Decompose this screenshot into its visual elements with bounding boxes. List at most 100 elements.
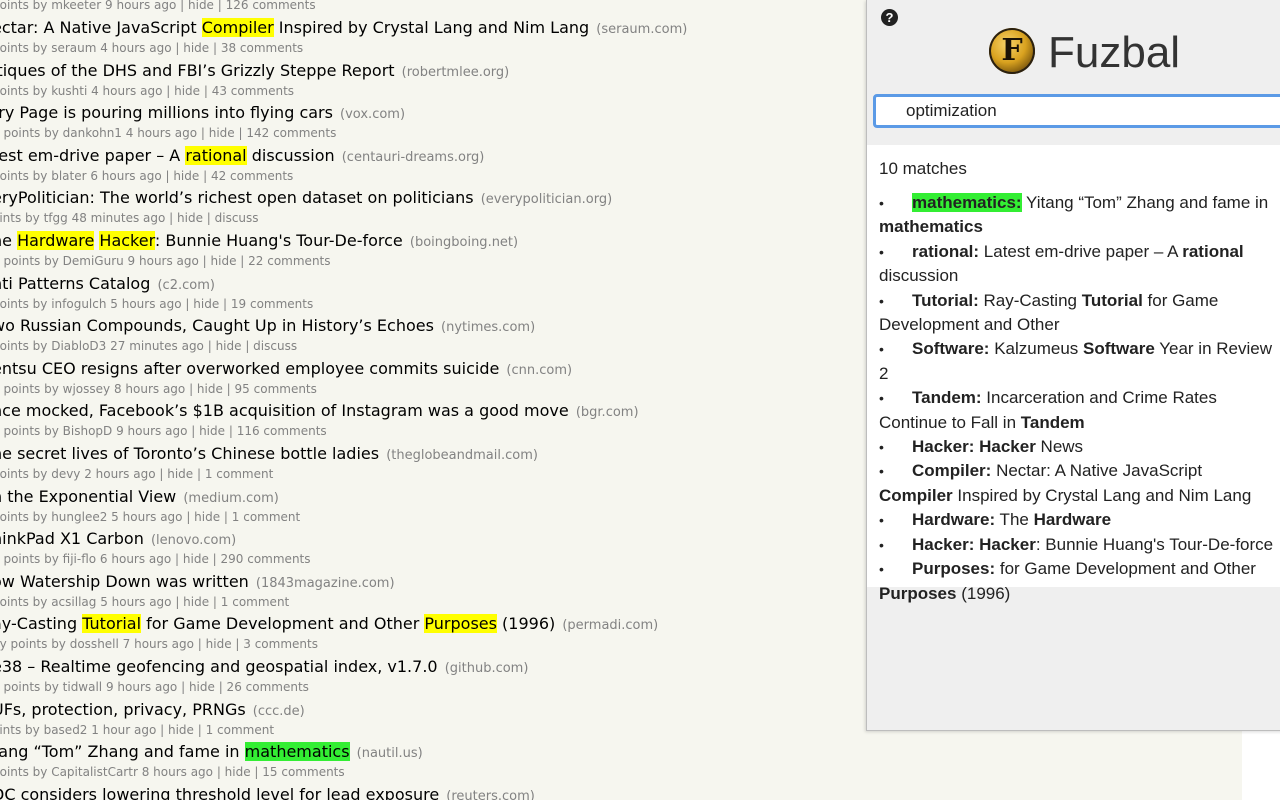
match-item[interactable]: • Tutorial: Ray-Casting Tutorial for Game… xyxy=(879,289,1279,338)
title-text: test em-drive paper – A xyxy=(0,145,186,165)
match-term: Compiler xyxy=(879,485,953,505)
story-site[interactable]: (boingboing.net) xyxy=(410,235,518,250)
match-item[interactable]: • Compiler: Nectar: A Native JavaScript C… xyxy=(879,459,1279,508)
help-icon[interactable]: ? xyxy=(881,9,898,26)
story-row: itiques of the DHS and FBI’s Grizzly Ste… xyxy=(0,61,509,98)
story-subtext: oints by based2 1 hour ago | hide | 1 co… xyxy=(0,722,275,737)
match-term: Purposes xyxy=(879,583,957,603)
title-text: ectar: A Native JavaScript xyxy=(0,18,202,37)
story-title-link[interactable]: test em-drive paper – A rational discuss… xyxy=(0,145,335,165)
story-row: ne secret lives of Toronto’s Chinese bot… xyxy=(0,444,538,481)
story-row: eryPolitician: The world’s richest open … xyxy=(0,188,612,225)
story-subtext: 7 points by dankohn1 4 hours ago | hide … xyxy=(0,126,337,141)
story-title-link[interactable]: UFs, protection, privacy, PRNGs xyxy=(0,700,246,719)
story-site[interactable]: (lenovo.com) xyxy=(151,533,236,548)
story-site[interactable]: (nytimes.com) xyxy=(441,320,535,335)
story-site[interactable]: (1843magazine.com) xyxy=(256,576,395,591)
title-text: wo Russian Compounds, Caught Up in Histo… xyxy=(0,316,434,336)
story-subtext: points by mkeeter 9 hours ago | hide | 1… xyxy=(0,0,316,12)
title-text: Inspired by Crystal Lang and Nim Lang xyxy=(273,18,590,37)
match-term: Hacker xyxy=(979,534,1036,554)
match-item[interactable]: • Hardware: The Hardware xyxy=(879,508,1279,532)
story-title-link[interactable]: n the Exponential View xyxy=(0,487,176,506)
bullet-icon: • xyxy=(879,292,884,309)
story-title-link[interactable]: rry Page is pouring millions into flying… xyxy=(0,103,333,122)
title-text: nti Patterns Catalog xyxy=(0,273,151,293)
story-subtext: oints by tfgg 48 minutes ago | hide | di… xyxy=(0,211,259,226)
story-site[interactable]: (everypolitician.org) xyxy=(481,192,612,207)
match-item[interactable]: • Software: Kalzumeus Software Year in Re… xyxy=(879,337,1279,386)
bullet-icon: • xyxy=(879,463,884,480)
story-title-link[interactable]: ectar: A Native JavaScript Compiler Insp… xyxy=(0,18,589,37)
title-text: itiques of the DHS and FBI’s Grizzly Ste… xyxy=(0,60,395,80)
story-row: n the Exponential View (medium.com) point… xyxy=(0,487,300,524)
story-row: e38 – Realtime geofencing and geospatial… xyxy=(0,657,528,694)
story-title-link[interactable]: ne Hardware Hacker: Bunnie Huang's Tour-… xyxy=(0,231,403,250)
title-text: DC considers lowering threshold level fo… xyxy=(0,784,440,800)
keyword-highlight: Tutorial xyxy=(82,614,142,634)
match-term: Tutorial xyxy=(1081,290,1143,310)
match-item[interactable]: • Purposes: for Game Development and Othe… xyxy=(879,557,1279,606)
title-text: nce mocked, Facebook’s $1B acquisition o… xyxy=(0,401,569,421)
story-site[interactable]: (robertmlee.org) xyxy=(402,65,510,80)
match-item[interactable]: • rational: Latest em-drive paper – A rat… xyxy=(879,240,1279,289)
title-text: ay-Casting xyxy=(0,614,83,634)
story-site[interactable]: (seraum.com) xyxy=(596,22,687,37)
story-title-link[interactable]: wo Russian Compounds, Caught Up in Histo… xyxy=(0,316,434,335)
keyword-highlight: Hacker xyxy=(99,231,155,250)
match-item[interactable]: • Tandem: Incarceration and Crime Rates C… xyxy=(879,386,1279,435)
match-keyword: Purposes: xyxy=(912,559,996,579)
keyword-highlight: Hardware xyxy=(17,231,95,250)
story-site[interactable]: (theglobeandmail.com) xyxy=(386,448,538,463)
story-site[interactable]: (ccc.de) xyxy=(253,704,305,719)
story-title-link[interactable]: e38 – Realtime geofencing and geospatial… xyxy=(0,657,438,676)
story-row: points by mkeeter 9 hours ago | hide | 1… xyxy=(0,0,316,12)
story-site[interactable]: (vox.com) xyxy=(340,107,405,122)
story-title-link[interactable]: nce mocked, Facebook’s $1B acquisition o… xyxy=(0,401,569,420)
match-text: The xyxy=(995,510,1034,530)
story-title-link[interactable]: entsu CEO resigns after overworked emplo… xyxy=(0,359,499,378)
story-title-link[interactable]: DC considers lowering threshold level fo… xyxy=(0,785,439,800)
title-text: (1996) xyxy=(496,614,556,634)
story-title-link[interactable]: tang “Tom” Zhang and fame in mathematics xyxy=(0,742,350,762)
story-site[interactable]: (medium.com) xyxy=(183,491,278,506)
match-list: • mathematics: Yitang “Tom” Zhang and fam… xyxy=(879,191,1279,606)
story-site[interactable]: (bgr.com) xyxy=(576,405,639,420)
story-row: tang “Tom” Zhang and fame in mathematics… xyxy=(0,742,423,779)
match-keyword: Hacker: xyxy=(912,437,975,457)
title-text: UFs, protection, privacy, PRNGs xyxy=(0,699,246,719)
story-site[interactable]: (permadi.com) xyxy=(562,618,658,633)
match-keyword: Compiler: xyxy=(912,461,992,481)
fuzbal-logo-icon: F xyxy=(989,28,1035,74)
story-site[interactable]: (c2.com) xyxy=(157,278,214,293)
story-title-link[interactable]: ninkPad X1 Carbon xyxy=(0,529,144,548)
match-term: Software xyxy=(1083,339,1155,359)
match-term: Hardware xyxy=(1033,510,1112,530)
match-text: Kalzumeus xyxy=(989,339,1084,359)
match-item[interactable]: • Hacker: Hacker News xyxy=(879,435,1279,459)
match-text: Latest em-drive paper – A xyxy=(979,241,1183,261)
story-site[interactable]: (github.com) xyxy=(445,661,529,676)
match-item[interactable]: • mathematics: Yitang “Tom” Zhang and fam… xyxy=(879,191,1279,240)
match-keyword: rational: xyxy=(912,241,980,261)
story-title-link[interactable]: nti Patterns Catalog xyxy=(0,274,150,293)
story-row: DC considers lowering threshold level fo… xyxy=(0,785,535,800)
story-title-link[interactable]: ay-Casting Tutorial for Game Development… xyxy=(0,614,556,634)
match-item[interactable]: • Hacker: Hacker: Bunnie Huang's Tour-De-… xyxy=(879,533,1279,557)
title-text: n the Exponential View xyxy=(0,486,177,506)
bullet-icon: • xyxy=(879,439,884,456)
story-site[interactable]: (reuters.com) xyxy=(446,789,535,800)
bullet-icon: • xyxy=(879,390,884,407)
story-subtext: 3 points by BishopD 9 hours ago | hide |… xyxy=(0,424,327,439)
search-input[interactable] xyxy=(873,94,1280,128)
story-title-link[interactable]: ow Watership Down was written xyxy=(0,572,249,591)
story-site[interactable]: (cnn.com) xyxy=(506,363,572,378)
title-text: ow Watership Down was written xyxy=(0,571,249,591)
story-title-link[interactable]: ne secret lives of Toronto’s Chinese bot… xyxy=(0,444,379,463)
story-site[interactable]: (centauri-dreams.org) xyxy=(342,150,485,165)
story-title-link[interactable]: eryPolitician: The world’s richest open … xyxy=(0,188,474,207)
story-site[interactable]: (nautil.us) xyxy=(357,746,423,761)
story-subtext: points by DiabloD3 27 minutes ago | hide… xyxy=(0,339,298,354)
story-row: wo Russian Compounds, Caught Up in Histo… xyxy=(0,316,535,353)
story-title-link[interactable]: itiques of the DHS and FBI’s Grizzly Ste… xyxy=(0,61,395,80)
